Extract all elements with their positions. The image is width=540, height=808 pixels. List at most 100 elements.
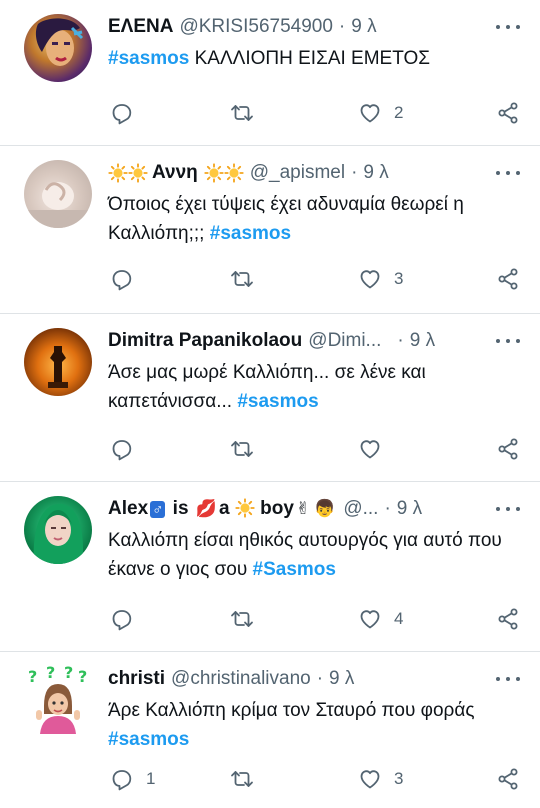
svg-text:?: ?	[28, 667, 37, 686]
tweet-card[interactable]: Αννη @_apismel · 9 λ Όποιος έχει τύψεις …	[0, 146, 540, 314]
retweet-icon	[230, 101, 254, 125]
reply-icon	[110, 437, 134, 461]
user-handle[interactable]: @_apismel	[250, 161, 345, 185]
like-icon	[358, 607, 382, 631]
tweet-card[interactable]: Alex ♂ is 💋 a boy ✌ 👦 @... · 9 λ Καλλιόπη εί…	[0, 482, 540, 652]
reply-button[interactable]	[110, 101, 134, 125]
reply-button[interactable]: 1	[110, 767, 155, 791]
tweet-actions: 4	[108, 604, 520, 634]
share-icon	[496, 767, 520, 791]
reply-icon	[110, 101, 134, 125]
separator-dot: ·	[351, 162, 358, 183]
hashtag-link[interactable]: #sasmos	[237, 391, 318, 412]
tweet-card[interactable]: Dimitra Papanikolaou @Dimi... · 9 λ Άσε …	[0, 314, 540, 482]
hashtag-link[interactable]: #sasmos	[108, 48, 189, 69]
reply-button[interactable]	[110, 267, 134, 291]
avatar[interactable]	[24, 328, 92, 396]
tweet-actions: 3	[108, 264, 520, 294]
share-button[interactable]	[496, 437, 520, 461]
retweet-icon	[230, 767, 254, 791]
like-button[interactable]: 4	[358, 607, 403, 631]
share-icon	[496, 437, 520, 461]
tweet-header: Dimitra Papanikolaou @Dimi... · 9 λ	[108, 326, 524, 356]
tweet-feed: ΕΛΕΝΑ @KRISI56754900 · 9 λ #sasmos ΚΑΛΛΙ…	[0, 0, 540, 808]
timestamp[interactable]: 9 λ	[329, 667, 354, 691]
boy-emoji-icon: 👦	[314, 498, 336, 518]
sun-emoji-icon	[108, 163, 128, 183]
separator-dot: ·	[397, 330, 404, 351]
tweet-text: #sasmos ΚΑΛΛΙΟΠΗ ΕΙΣΑΙ ΕΜΕΤΟΣ	[108, 48, 431, 69]
retweet-icon	[230, 267, 254, 291]
more-icon[interactable]	[496, 336, 520, 346]
retweet-icon	[230, 607, 254, 631]
separator-dot: ·	[338, 16, 346, 37]
tweet-header: Αννη @_apismel · 9 λ	[108, 158, 524, 188]
hashtag-link[interactable]: #Sasmos	[253, 559, 336, 580]
svg-text:?: ?	[46, 666, 55, 682]
display-name[interactable]: Alex ♂ is 💋 a boy ✌ 👦	[108, 497, 337, 522]
retweet-icon	[230, 437, 254, 461]
separator-dot: ·	[316, 668, 324, 689]
more-icon[interactable]	[496, 168, 520, 178]
like-button[interactable]: 3	[358, 767, 403, 791]
reply-button[interactable]	[110, 607, 134, 631]
display-name[interactable]: Dimitra Papanikolaou	[108, 329, 302, 353]
more-icon[interactable]	[496, 674, 520, 684]
more-icon[interactable]	[496, 22, 520, 32]
more-icon[interactable]	[496, 504, 520, 514]
share-button[interactable]	[496, 101, 520, 125]
timestamp[interactable]: 9 λ	[363, 161, 388, 185]
like-count: 3	[394, 269, 404, 288]
svg-text:?: ?	[78, 667, 87, 686]
timestamp[interactable]: 9 λ	[397, 497, 422, 521]
tweet-header: christi @christinalivano · 9 λ	[108, 664, 524, 694]
like-icon	[358, 437, 382, 461]
user-handle[interactable]: @christinalivano	[171, 667, 311, 691]
reply-button[interactable]	[110, 437, 134, 461]
male-sign-emoji-icon: ♂	[150, 500, 166, 518]
sun-emoji-icon	[128, 163, 148, 183]
tweet-card[interactable]: ΕΛΕΝΑ @KRISI56754900 · 9 λ #sasmos ΚΑΛΛΙ…	[0, 0, 540, 146]
like-icon	[358, 767, 382, 791]
victory-hand-emoji-icon: ✌	[295, 498, 311, 518]
like-button[interactable]	[358, 437, 382, 461]
timestamp[interactable]: 9 λ	[351, 15, 376, 39]
retweet-button[interactable]	[230, 101, 254, 125]
tweet-actions	[108, 434, 520, 464]
display-name[interactable]: Αννη	[152, 161, 198, 185]
hashtag-link[interactable]: #sasmos	[210, 223, 291, 244]
tweet-text: Καλλιόπη είσαι ηθικός αυτουργός για αυτό…	[108, 530, 502, 580]
share-button[interactable]	[496, 607, 520, 631]
tweet-text: Άρε Καλλιόπη κρίμα τον Σταυρό που φοράς …	[108, 700, 486, 750]
retweet-button[interactable]	[230, 437, 254, 461]
avatar[interactable]	[24, 496, 92, 564]
user-handle[interactable]: @Dimi...	[308, 329, 381, 353]
share-icon	[496, 267, 520, 291]
display-name[interactable]: ΕΛΕΝΑ	[108, 15, 173, 39]
like-count: 3	[394, 769, 404, 788]
like-button[interactable]: 2	[358, 101, 403, 125]
sun-emoji-icon	[235, 498, 255, 518]
hashtag-link[interactable]: #sasmos	[108, 729, 189, 750]
like-button[interactable]: 3	[358, 267, 403, 291]
tweet-card[interactable]: ? ? ? ? christi @christinalivano · 9 λ Ά…	[0, 652, 540, 808]
share-button[interactable]	[496, 267, 520, 291]
sun-emoji-icon	[224, 163, 244, 183]
retweet-button[interactable]	[230, 767, 254, 791]
avatar[interactable]: ? ? ? ?	[24, 666, 92, 734]
reply-icon	[110, 607, 134, 631]
tweet-text: Όποιος έχει τύψεις έχει αδυναμία θεωρεί …	[108, 194, 464, 244]
tweet-header: Alex ♂ is 💋 a boy ✌ 👦 @... · 9 λ	[108, 494, 524, 524]
user-handle[interactable]: @...	[343, 497, 378, 521]
like-icon	[358, 101, 382, 125]
like-count: 4	[394, 609, 404, 628]
retweet-button[interactable]	[230, 607, 254, 631]
avatar[interactable]	[24, 14, 92, 82]
display-name[interactable]: christi	[108, 667, 165, 691]
timestamp[interactable]: 9 λ	[410, 329, 435, 353]
user-handle[interactable]: @KRISI56754900	[179, 15, 332, 39]
share-icon	[496, 101, 520, 125]
retweet-button[interactable]	[230, 267, 254, 291]
share-button[interactable]	[496, 767, 520, 791]
avatar[interactable]	[24, 160, 92, 228]
